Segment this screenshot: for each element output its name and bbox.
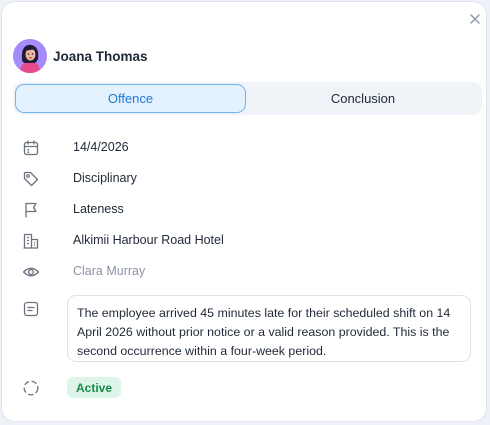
date-row: 14/4/2026 xyxy=(2,138,488,158)
location-row: Alkimii Harbour Road Hotel xyxy=(2,231,488,251)
close-icon[interactable] xyxy=(468,12,482,26)
avatar xyxy=(13,39,47,73)
type-value: Lateness xyxy=(73,202,124,216)
eye-icon xyxy=(22,263,40,281)
date-value: 14/4/2026 xyxy=(73,140,129,154)
status-dashed-circle-icon xyxy=(22,379,40,397)
type-row: Lateness xyxy=(2,200,488,220)
location-value: Alkimii Harbour Road Hotel xyxy=(73,233,224,247)
category-row: Disciplinary xyxy=(2,169,488,189)
incident-card: Joana Thomas Offence Conclusion 14/4/202… xyxy=(1,1,487,422)
note-icon xyxy=(22,300,40,318)
description-box: The employee arrived 45 minutes late for… xyxy=(67,295,471,362)
building-icon xyxy=(22,232,40,250)
tab-bar: Offence Conclusion xyxy=(13,82,482,115)
calendar-icon xyxy=(22,139,40,157)
status-badge: Active xyxy=(67,377,122,398)
tab-conclusion[interactable]: Conclusion xyxy=(246,84,480,113)
employee-name: Joana Thomas xyxy=(53,48,148,64)
employee-header: Joana Thomas xyxy=(13,39,148,73)
flag-icon xyxy=(22,201,40,219)
tab-offence[interactable]: Offence xyxy=(15,84,246,113)
tag-icon xyxy=(22,170,40,188)
observer-value: Clara Murray xyxy=(73,264,146,278)
observer-row: Clara Murray xyxy=(2,262,488,282)
category-value: Disciplinary xyxy=(73,171,137,185)
